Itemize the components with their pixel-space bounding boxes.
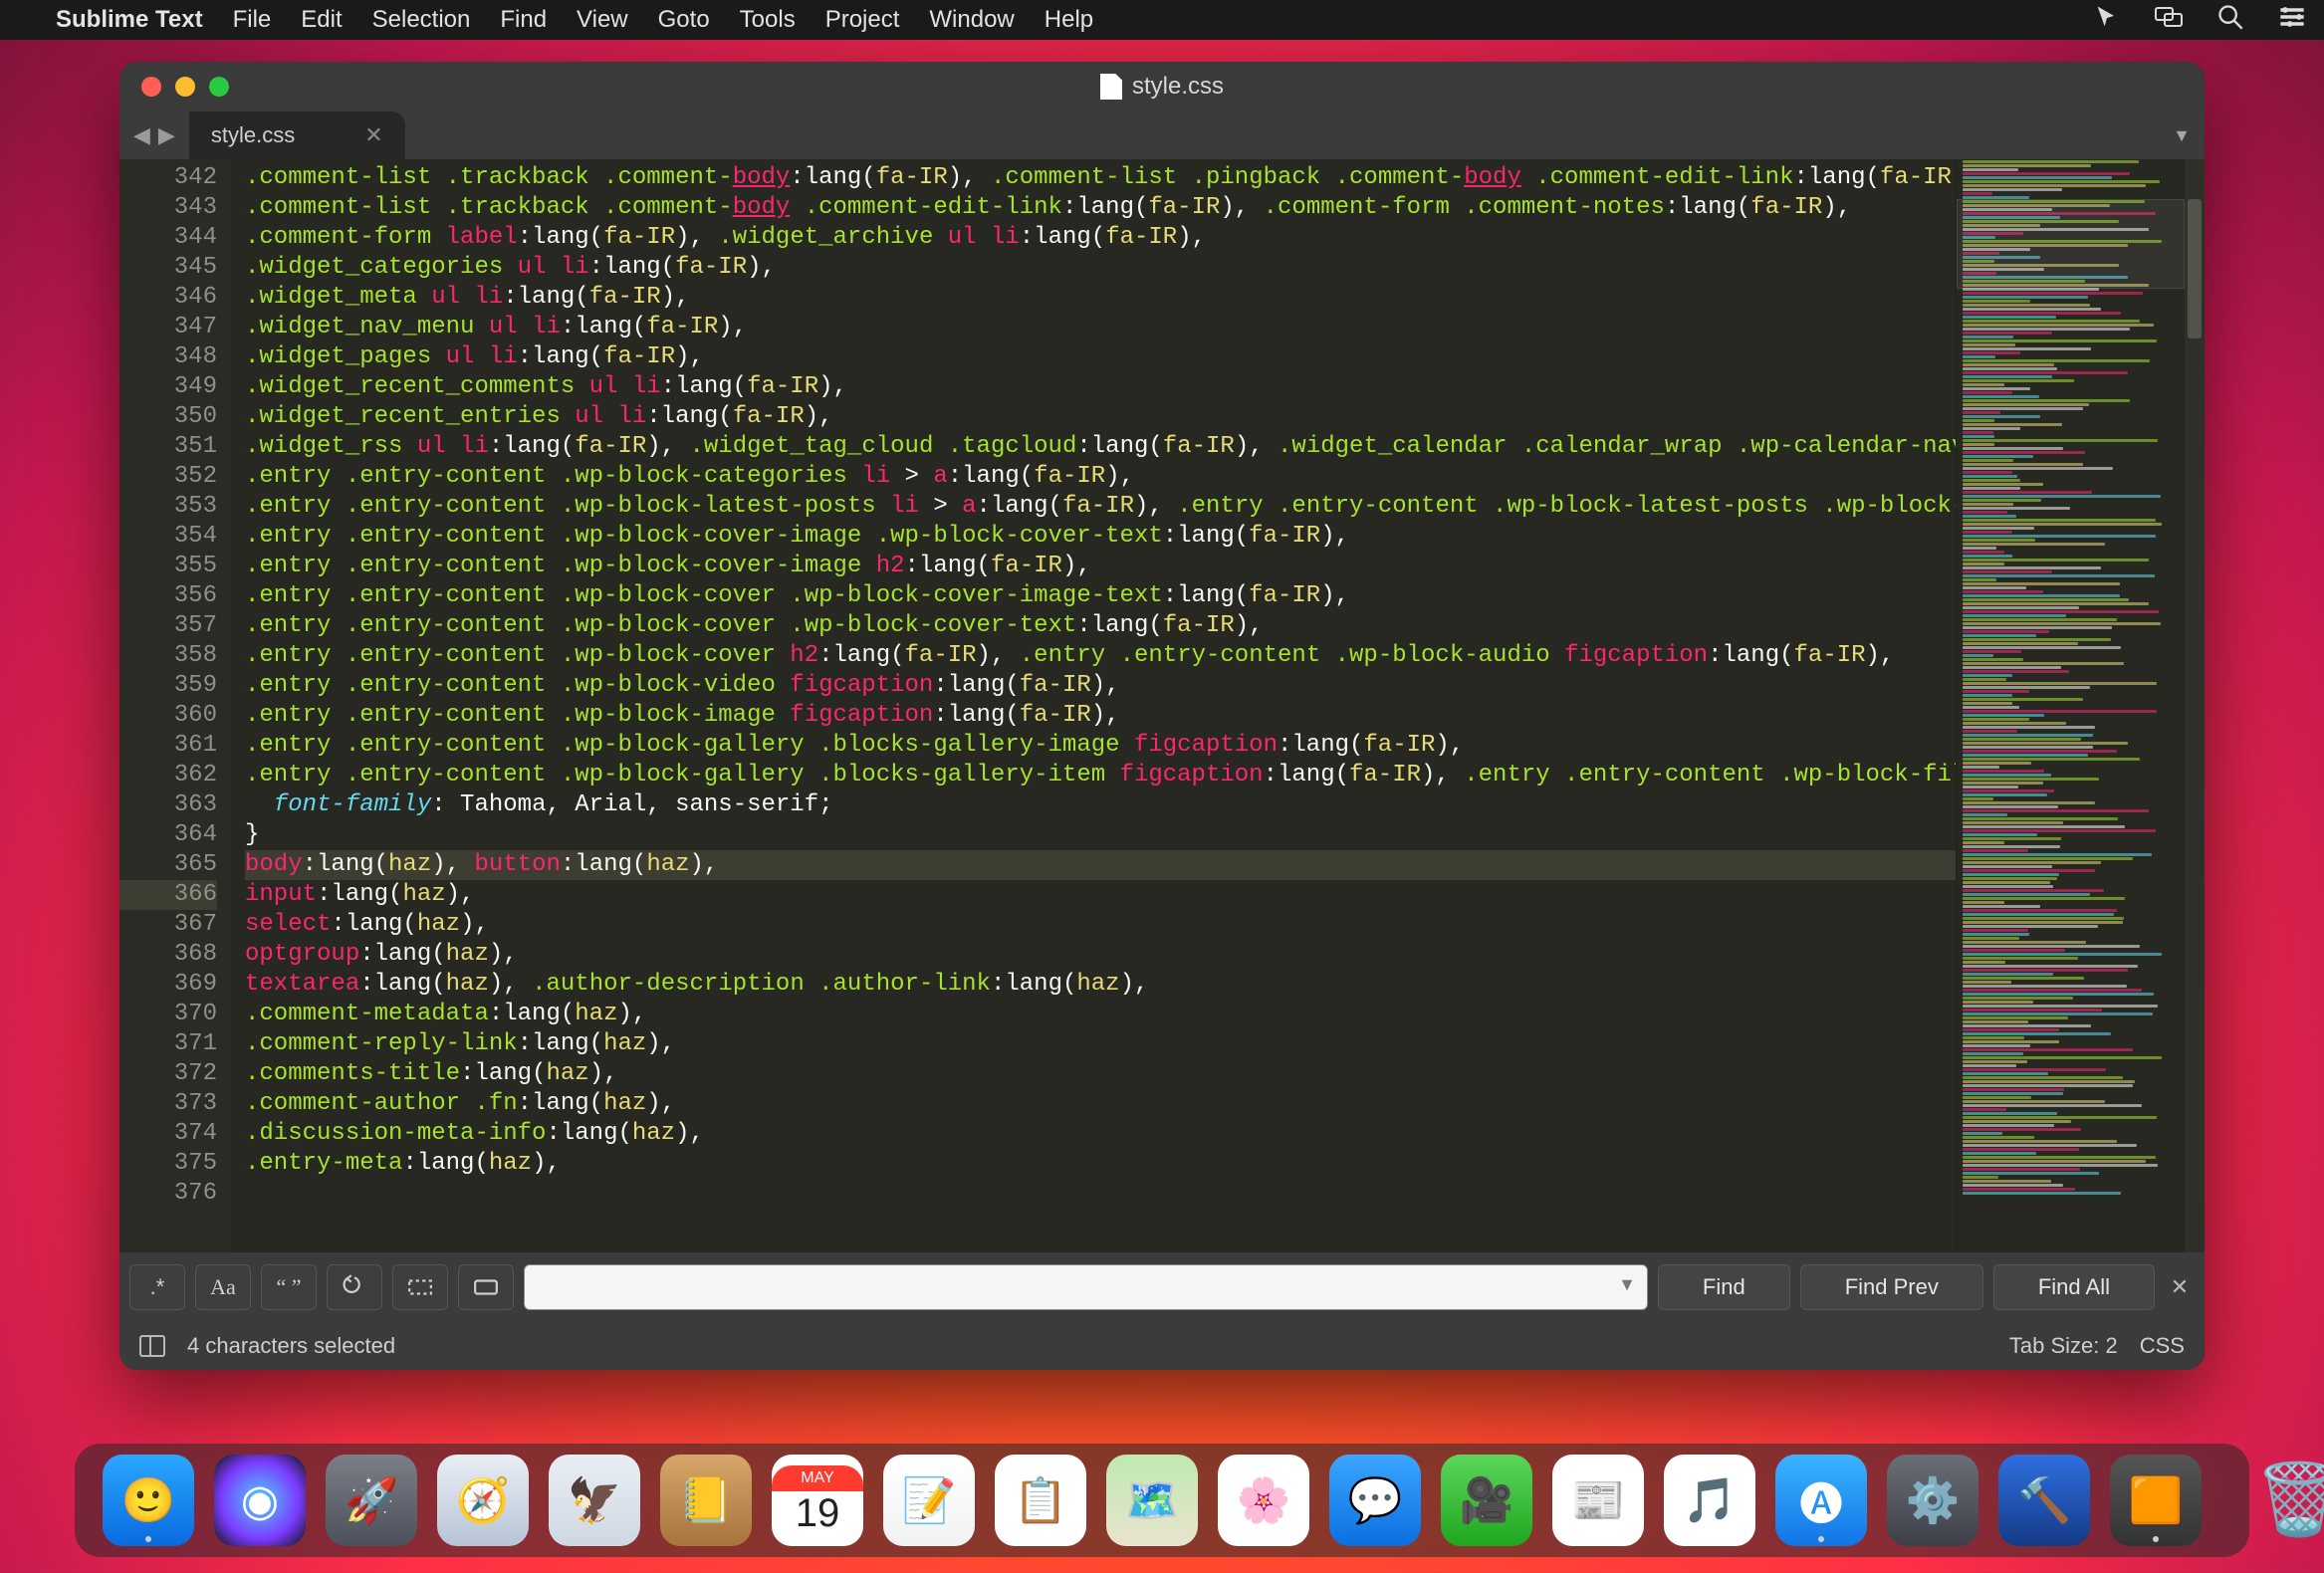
menu-window[interactable]: Window (929, 6, 1014, 34)
macos-menubar: Sublime Text File Edit Selection Find Vi… (0, 0, 2324, 40)
dock-app-sublime[interactable]: 🟧 (2110, 1455, 2202, 1546)
dock-app-facetime[interactable]: 🎥 (1441, 1455, 1532, 1546)
nav-back-button[interactable]: ◀ (133, 122, 150, 148)
app-menu[interactable]: Sublime Text (56, 6, 203, 34)
dock-app-siri[interactable]: ◉ (214, 1455, 306, 1546)
screens-tray-icon[interactable] (2155, 3, 2183, 38)
find-highlight-toggle[interactable] (458, 1264, 514, 1310)
nav-forward-button[interactable]: ▶ (158, 122, 175, 148)
control-center-icon[interactable] (2278, 3, 2306, 38)
dock-app-news[interactable]: 📰 (1552, 1455, 1644, 1546)
window-titlebar[interactable]: style.css (119, 62, 2205, 112)
code-text-area[interactable]: .comment-list .trackback .comment-body:l… (231, 159, 1956, 1252)
find-bar: .* Aa “ ” ▼ Find Find Prev Find All ✕ (119, 1252, 2205, 1322)
dock-app-preferences[interactable]: ⚙️ (1887, 1455, 1978, 1546)
dock-trash[interactable]: 🗑️ (2253, 1455, 2324, 1546)
menu-file[interactable]: File (233, 6, 272, 34)
scrollbar-thumb[interactable] (2188, 199, 2202, 338)
title-file-icon (1100, 74, 1122, 100)
dock-app-appstore[interactable]: 🅐 (1775, 1455, 1867, 1546)
minimap[interactable] (1956, 159, 2185, 1252)
dock-app-xcode[interactable]: 🔨 (1998, 1455, 2090, 1546)
window-title: style.css (1132, 73, 1224, 101)
tab-strip: ◀ ▶ style.css ✕ ▼ (119, 112, 2205, 159)
line-number-gutter[interactable]: 3423433443453463473483493503513523533543… (119, 159, 231, 1252)
menu-selection[interactable]: Selection (372, 6, 471, 34)
dock-app-maps[interactable]: 🗺️ (1106, 1455, 1198, 1546)
dock-app-calendar[interactable]: MAY19 (772, 1455, 863, 1546)
dock-app-contacts[interactable]: 📒 (660, 1455, 752, 1546)
editor-area: 3423433443453463473483493503513523533543… (119, 159, 2205, 1252)
find-regex-toggle[interactable]: .* (129, 1264, 185, 1310)
menu-goto[interactable]: Goto (658, 6, 710, 34)
dock-app-launchpad[interactable]: 🚀 (326, 1455, 417, 1546)
find-close-button[interactable]: ✕ (2165, 1274, 2195, 1300)
dock-app-mail[interactable]: 🦅 (549, 1455, 640, 1546)
menu-project[interactable]: Project (825, 6, 900, 34)
status-message: 4 characters selected (187, 1333, 395, 1359)
sublime-window: style.css ◀ ▶ style.css ✕ ▼ 342343344345… (119, 62, 2205, 1370)
dock-app-music[interactable]: 🎵 (1664, 1455, 1755, 1546)
menu-edit[interactable]: Edit (301, 6, 342, 34)
tab-label: style.css (211, 122, 295, 148)
menu-find[interactable]: Find (500, 6, 547, 34)
find-input[interactable] (524, 1264, 1648, 1310)
menu-help[interactable]: Help (1045, 6, 1093, 34)
cursor-tray-icon[interactable] (2093, 3, 2121, 38)
macos-dock: 🙂◉🚀🧭🦅📒MAY19📝📋🗺️🌸💬🎥📰🎵🅐⚙️🔨🟧🗑️ (75, 1444, 2249, 1557)
find-prev-button[interactable]: Find Prev (1800, 1264, 1983, 1310)
spotlight-search-icon[interactable] (2216, 3, 2244, 38)
tab-overflow-button[interactable]: ▼ (2173, 125, 2191, 146)
vertical-scrollbar[interactable] (2185, 159, 2205, 1252)
dock-app-messages[interactable]: 💬 (1329, 1455, 1421, 1546)
dock-app-finder[interactable]: 🙂 (103, 1455, 194, 1546)
menu-view[interactable]: View (577, 6, 628, 34)
file-tab[interactable]: style.css ✕ (189, 112, 405, 159)
panel-switcher-icon[interactable] (139, 1335, 165, 1357)
dock-app-safari[interactable]: 🧭 (437, 1455, 529, 1546)
status-bar: 4 characters selected Tab Size: 2 CSS (119, 1322, 2205, 1370)
find-button[interactable]: Find (1658, 1264, 1790, 1310)
menu-tools[interactable]: Tools (740, 6, 796, 34)
tab-close-button[interactable]: ✕ (364, 122, 382, 148)
dock-app-photos[interactable]: 🌸 (1218, 1455, 1309, 1546)
status-syntax[interactable]: CSS (2140, 1333, 2185, 1359)
status-tabsize[interactable]: Tab Size: 2 (2009, 1333, 2118, 1359)
find-wrap-toggle[interactable] (327, 1264, 382, 1310)
find-history-dropdown[interactable]: ▼ (1618, 1274, 1636, 1295)
find-all-button[interactable]: Find All (1993, 1264, 2155, 1310)
find-wholeword-toggle[interactable]: “ ” (261, 1264, 317, 1310)
dock-app-notes[interactable]: 📝 (883, 1455, 975, 1546)
dock-app-reminders[interactable]: 📋 (995, 1455, 1086, 1546)
find-inselection-toggle[interactable] (392, 1264, 448, 1310)
find-case-toggle[interactable]: Aa (195, 1264, 251, 1310)
